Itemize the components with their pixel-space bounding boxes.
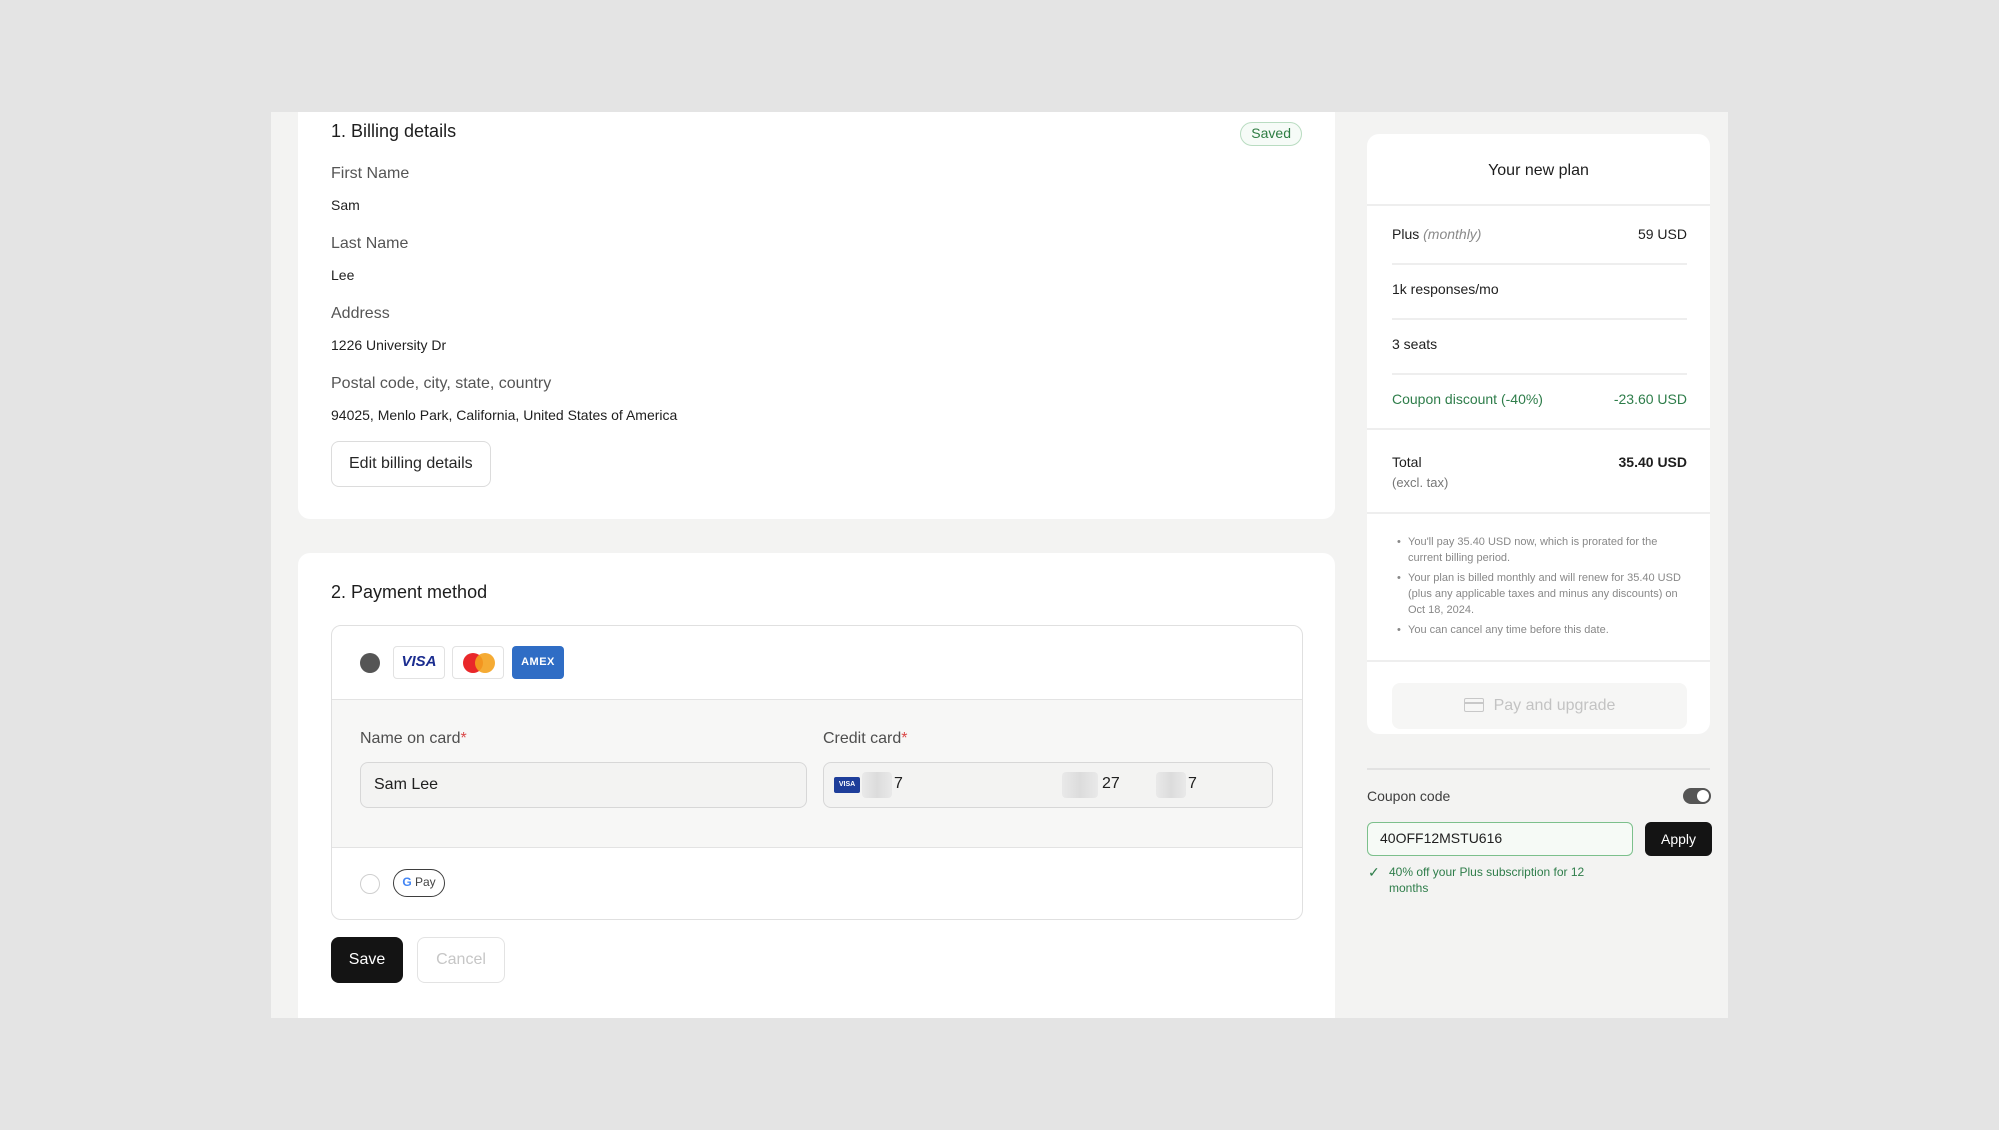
payment-method-card: 2. Payment method VISA AMEX Name on card… <box>298 553 1335 1018</box>
plan-price: 59 USD <box>1637 226 1687 242</box>
divider <box>1367 512 1710 514</box>
divider <box>1392 318 1687 320</box>
plan-period: (monthly) <box>1423 226 1482 242</box>
amex-icon: AMEX <box>512 646 564 679</box>
credit-card-input[interactable]: VISA 7 27 7 <box>823 762 1273 808</box>
card-number-segment: 7 <box>894 775 903 792</box>
total-amount: 35.40 USD <box>1618 454 1687 470</box>
visa-card-icon: VISA <box>834 777 860 793</box>
plan-price-row: Plus (monthly) 59 USD <box>1392 226 1687 242</box>
billing-details-card: 1. Billing details Saved First Name Sam … <box>298 112 1335 519</box>
card-radio-selected[interactable] <box>360 653 380 673</box>
name-on-card-input[interactable]: Sam Lee <box>360 762 807 808</box>
plan-feature-seats: 3 seats <box>1392 336 1438 352</box>
first-name-label: First Name <box>331 165 410 182</box>
coupon-discount-row: Coupon discount (-40%) -23.60 USD <box>1392 391 1687 407</box>
credit-card-label: Credit card* <box>823 730 908 747</box>
postal-label: Postal code, city, state, country <box>331 375 552 392</box>
coupon-discount-label: Coupon discount (-40%) <box>1392 391 1543 407</box>
card-cvc-segment: 7 <box>1188 775 1197 792</box>
last-name-label: Last Name <box>331 235 409 252</box>
billing-notes: You'll pay 35.40 USD now, which is prora… <box>1395 534 1685 642</box>
save-button[interactable]: Save <box>331 937 403 983</box>
payment-section-title: 2. Payment method <box>331 582 488 602</box>
billing-section-title: 1. Billing details <box>331 121 457 141</box>
card-expiry-segment: 27 <box>1102 775 1120 792</box>
billing-note: You'll pay 35.40 USD now, which is prora… <box>1395 534 1685 566</box>
checkout-frame: 1. Billing details Saved First Name Sam … <box>271 112 1728 1018</box>
coupon-toggle[interactable] <box>1683 788 1711 804</box>
visa-icon: VISA <box>393 646 445 679</box>
divider <box>1367 428 1710 430</box>
coupon-code-input[interactable]: 40OFF12MSTU616 <box>1367 822 1633 856</box>
plan-title: Your new plan <box>1488 162 1589 179</box>
payment-options: VISA AMEX Name on card* Sam Lee Credit c… <box>331 625 1303 920</box>
total-tax-note: (excl. tax) <box>1392 475 1449 490</box>
coupon-success-message: ✓ 40% off your Plus subscription for 12 … <box>1368 864 1585 895</box>
divider <box>1367 660 1710 662</box>
plan-summary-card: Your new plan Plus (monthly) 59 USD 1k r… <box>1367 134 1710 734</box>
pay-and-upgrade-button[interactable]: Pay and upgrade <box>1392 683 1687 729</box>
plan-feature-responses: 1k responses/mo <box>1392 281 1499 297</box>
redacted-digits <box>1156 772 1186 798</box>
coupon-discount-amount: -23.60 USD <box>1613 391 1687 407</box>
billing-note: Your plan is billed monthly and will ren… <box>1395 570 1685 618</box>
divider <box>1392 263 1687 265</box>
billing-note: You can cancel any time before this date… <box>1395 622 1685 638</box>
total-label: Total <box>1392 454 1422 470</box>
check-icon: ✓ <box>1368 864 1380 880</box>
apply-coupon-button[interactable]: Apply <box>1645 822 1712 856</box>
gpay-payment-option[interactable]: G Pay <box>332 848 1302 919</box>
total-row: Total 35.40 USD <box>1392 454 1687 470</box>
saved-badge: Saved <box>1240 122 1302 146</box>
divider <box>1367 768 1710 770</box>
edit-billing-details-button[interactable]: Edit billing details <box>331 441 491 487</box>
last-name-value: Lee <box>331 267 355 283</box>
name-on-card-label: Name on card* <box>360 730 467 747</box>
address-label: Address <box>331 305 390 322</box>
divider <box>1367 204 1710 206</box>
credit-card-icon <box>1463 698 1484 712</box>
divider <box>1392 373 1687 375</box>
google-pay-icon: G Pay <box>393 869 445 897</box>
redacted-digits <box>1062 772 1098 798</box>
address-value: 1226 University Dr <box>331 337 447 353</box>
card-payment-option[interactable]: VISA AMEX <box>332 626 1302 700</box>
coupon-code-label: Coupon code <box>1367 788 1451 804</box>
first-name-value: Sam <box>331 197 360 213</box>
mastercard-icon <box>452 646 504 679</box>
cancel-button[interactable]: Cancel <box>417 937 505 983</box>
card-form: Name on card* Sam Lee Credit card* VISA … <box>332 700 1302 848</box>
plan-name: Plus <box>1392 226 1420 242</box>
postal-value: 94025, Menlo Park, California, United St… <box>331 407 678 423</box>
gpay-radio[interactable] <box>360 874 380 894</box>
redacted-digits <box>862 772 892 798</box>
